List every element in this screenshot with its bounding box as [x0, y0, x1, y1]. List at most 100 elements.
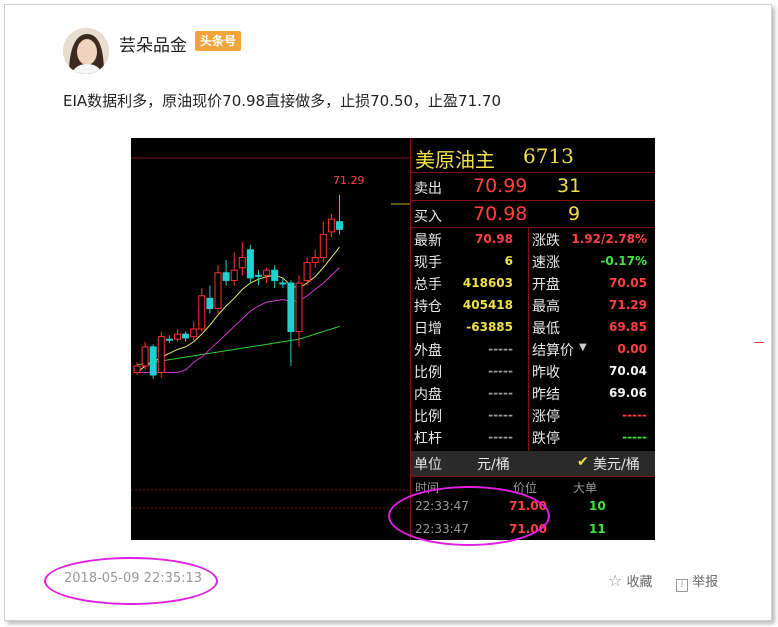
author-avatar[interactable]	[63, 28, 109, 74]
tick-volume: 10	[589, 499, 606, 513]
quote-label: 最高	[532, 299, 560, 315]
quote-label: 昨结	[532, 387, 560, 403]
quote-code: 6713	[523, 144, 574, 168]
report-icon: !	[676, 579, 688, 592]
quote-value: 70.05	[609, 276, 647, 290]
candle-body	[165, 338, 173, 341]
edge-mark	[754, 342, 764, 343]
quote-value: 1.92/2.78%	[571, 232, 647, 246]
quote-label: 内盘	[414, 387, 442, 403]
candlestick-chart: 71.29	[131, 138, 410, 540]
quote-label: 杠杆	[414, 431, 442, 447]
candle-body	[311, 256, 319, 264]
candle-body	[327, 218, 335, 233]
high-price-label: 71.29	[333, 174, 365, 187]
candle-body	[246, 249, 254, 279]
column-divider	[528, 227, 529, 451]
tick-volume: 11	[589, 522, 606, 536]
sell-qty: 31	[557, 175, 582, 197]
candle-body	[271, 269, 279, 281]
divider	[411, 200, 655, 201]
buy-label: 买入	[414, 209, 442, 225]
quote-label: 昨收	[532, 365, 560, 381]
quote-value: -----	[488, 408, 513, 422]
candle-body	[238, 256, 246, 269]
candle-body	[174, 333, 181, 340]
candle-body	[206, 297, 214, 310]
quote-label: 速涨	[532, 255, 560, 271]
post-text: EIA数据利多，原油现价70.98直接做多，止损70.50，止盈71.70	[63, 92, 501, 110]
highlight-ellipse-ticks	[388, 486, 550, 546]
quote-value: -----	[488, 430, 513, 444]
quote-value: -----	[622, 408, 647, 422]
quote-value: 6	[504, 254, 513, 268]
quote-label: 涨跌	[532, 233, 560, 249]
collect-label: 收藏	[626, 575, 653, 590]
quote-label: 现手	[414, 255, 442, 271]
candle-body	[230, 269, 238, 281]
quote-label: 最低	[532, 321, 560, 337]
divider	[411, 172, 655, 173]
candle-body	[182, 333, 190, 339]
quote-value: 71.29	[609, 298, 647, 312]
report-label: 举报	[692, 575, 719, 590]
candle-body	[141, 346, 149, 367]
avatar-image	[63, 28, 109, 74]
quote-label: 总手	[414, 277, 442, 293]
candle-body	[336, 221, 343, 230]
quote-label: 日增	[414, 321, 442, 337]
ticks-header-volume: 大单	[573, 481, 598, 495]
collect-button[interactable]: ☆ 收藏	[608, 571, 653, 590]
ma-magenta-line	[137, 267, 340, 373]
candle-body	[133, 365, 141, 373]
candle-body	[319, 233, 327, 258]
candle-body	[214, 272, 222, 310]
buy-price: 70.98	[473, 203, 528, 225]
quote-value: 69.06	[609, 386, 647, 400]
candlestick-svg: 71.29	[131, 157, 410, 509]
report-button[interactable]: ! 举报	[676, 571, 718, 592]
sell-label: 卖出	[414, 181, 442, 197]
candle-body	[255, 274, 262, 277]
unit-value: 元/桶	[477, 457, 510, 473]
quote-label: 持仓	[414, 299, 442, 315]
candle-body	[222, 272, 230, 281]
quote-value: 0.00	[617, 342, 647, 356]
star-icon: ☆	[608, 571, 623, 590]
divider	[411, 227, 655, 228]
quote-label: 比例	[414, 409, 442, 425]
divider	[411, 476, 655, 477]
quote-label: 开盘	[532, 277, 560, 293]
unit-currency[interactable]: 美元/桶	[593, 454, 640, 474]
candle-body	[157, 336, 165, 373]
author-name[interactable]: 芸朵品金	[119, 31, 187, 56]
buy-qty: 9	[568, 203, 581, 225]
market-screenshot: 71.29 美原油主 6713 卖出 70.99 31 买入 70.98 9 最…	[131, 138, 655, 540]
highlight-ellipse-date	[44, 557, 218, 605]
quote-title: 美原油主	[415, 148, 495, 172]
quote-label: 比例	[414, 365, 442, 381]
quote-value: -63885	[466, 320, 513, 334]
quote-label: 最新	[414, 233, 442, 249]
quote-value: -----	[488, 386, 513, 400]
candle-body	[149, 346, 157, 376]
candles-group	[133, 194, 343, 379]
caret-down-icon[interactable]: ▼	[579, 342, 587, 353]
quote-value: -----	[488, 364, 513, 378]
quote-value: -0.17%	[600, 254, 647, 268]
candle-body	[190, 328, 198, 338]
quote-label: 外盘	[414, 343, 442, 359]
candle-body	[279, 282, 287, 285]
candle-body	[295, 282, 303, 333]
quote-label: 结算价	[532, 343, 574, 359]
quote-value: 70.04	[609, 364, 647, 378]
candle-body	[198, 295, 206, 330]
quote-value: 70.98	[475, 232, 513, 246]
check-icon[interactable]: ✔	[577, 454, 589, 470]
unit-row: 单位 元/桶 ✔ 美元/桶	[411, 451, 655, 476]
candle-body	[263, 269, 271, 276]
sell-price: 70.99	[473, 175, 528, 197]
quote-value: 418603	[462, 276, 513, 290]
ma-green-line	[136, 325, 340, 366]
quote-label: 涨停	[532, 409, 560, 425]
